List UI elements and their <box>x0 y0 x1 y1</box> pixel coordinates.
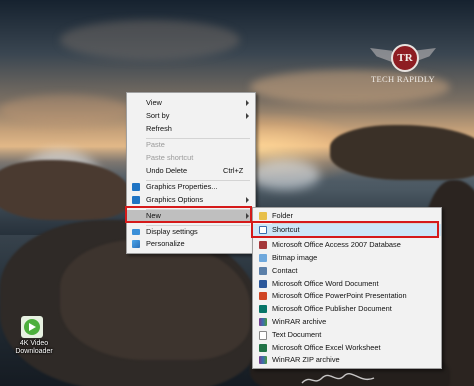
submenu-item-label: Contact <box>272 266 298 275</box>
menu-item-display-settings[interactable]: Display settings <box>127 226 255 238</box>
new-item-publisher[interactable]: Microsoft Office Publisher Document <box>253 303 441 315</box>
menu-item-label: Paste shortcut <box>146 153 194 162</box>
menu-item-personalize[interactable]: Personalize <box>127 238 255 250</box>
new-item-access-db[interactable]: Microsoft Office Access 2007 Database <box>253 239 441 251</box>
bitmap-icon <box>259 254 267 262</box>
submenu-item-label: WinRAR archive <box>272 317 327 326</box>
menu-item-label: Sort by <box>146 111 170 120</box>
new-item-bitmap[interactable]: Bitmap image <box>253 252 441 264</box>
wallpaper-rock <box>330 125 474 180</box>
wallpaper-cloud <box>60 20 240 60</box>
new-item-highlight-box <box>125 206 252 223</box>
menu-item-graphics-properties[interactable]: Graphics Properties... <box>127 181 255 193</box>
excel-icon <box>259 344 267 352</box>
folder-icon <box>259 212 267 220</box>
new-item-contact[interactable]: Contact <box>253 265 441 277</box>
desktop-context-menu: View Sort by Refresh Paste Paste shortcu… <box>126 92 256 254</box>
personalize-icon <box>132 240 140 248</box>
submenu-item-label: Bitmap image <box>272 253 318 262</box>
menu-item-label: Paste <box>146 140 165 149</box>
submenu-item-label: Text Document <box>272 330 322 339</box>
desktop-icon-label-line1: 4K Video <box>19 340 49 347</box>
chevron-right-icon <box>246 100 249 106</box>
chevron-right-icon <box>246 197 249 203</box>
new-item-excel[interactable]: Microsoft Office Excel Worksheet <box>253 342 441 354</box>
menu-item-paste[interactable]: Paste <box>127 139 255 151</box>
chevron-right-icon <box>246 113 249 119</box>
intel-graphics-icon <box>132 183 140 191</box>
shortcut-text: Ctrl+Z <box>223 166 244 175</box>
word-icon <box>259 280 267 288</box>
desktop-icon-label: 4K Video Downloader <box>12 340 56 356</box>
4k-video-downloader-icon <box>21 316 43 338</box>
contact-icon <box>259 267 267 275</box>
menu-item-sort-by[interactable]: Sort by <box>127 110 255 122</box>
wallpaper-wave-splash <box>250 160 320 190</box>
new-item-winrar-zip[interactable]: WinRAR ZIP archive <box>253 354 441 366</box>
menu-item-graphics-options[interactable]: Graphics Options <box>127 194 255 206</box>
submenu-item-label: Microsoft Office Word Document <box>272 279 379 288</box>
new-item-word-doc[interactable]: Microsoft Office Word Document <box>253 278 441 290</box>
watermark-initials: TR <box>391 44 419 72</box>
menu-item-view[interactable]: View <box>127 97 255 109</box>
wing-graphic <box>370 48 392 62</box>
menu-item-label: Graphics Properties... <box>146 182 218 191</box>
menu-item-refresh[interactable]: Refresh <box>127 123 255 135</box>
publisher-icon <box>259 305 267 313</box>
tech-rapidly-watermark: TR TECH RAPIDLY <box>368 38 438 88</box>
menu-item-paste-shortcut[interactable]: Paste shortcut <box>127 152 255 164</box>
submenu-item-label: WinRAR ZIP archive <box>272 355 340 364</box>
new-item-powerpoint[interactable]: Microsoft Office PowerPoint Presentation <box>253 290 441 302</box>
intel-graphics-icon <box>132 196 140 204</box>
submenu-item-label: Microsoft Office Access 2007 Database <box>272 240 401 249</box>
wallpaper-cloud <box>0 95 130 125</box>
access-icon <box>259 241 267 249</box>
winrar-zip-icon <box>259 356 267 364</box>
new-item-text-doc[interactable]: Text Document <box>253 329 441 341</box>
menu-item-undo-delete[interactable]: Undo Delete Ctrl+Z <box>127 165 255 177</box>
signature-graphic <box>301 373 375 384</box>
text-document-icon <box>259 331 267 340</box>
menu-item-label: Undo Delete <box>146 166 188 175</box>
menu-item-label: Personalize <box>146 239 185 248</box>
submenu-item-label: Microsoft Office PowerPoint Presentation <box>272 291 407 300</box>
display-icon <box>132 229 140 235</box>
winrar-icon <box>259 318 267 326</box>
submenu-item-label: Microsoft Office Excel Worksheet <box>272 343 381 352</box>
desktop-icon-label-line2: Downloader <box>15 348 53 355</box>
new-item-winrar[interactable]: WinRAR archive <box>253 316 441 328</box>
menu-item-label: Refresh <box>146 124 172 133</box>
menu-item-label: View <box>146 98 162 107</box>
watermark-text: TECH RAPIDLY <box>371 74 435 84</box>
submenu-item-label: Microsoft Office Publisher Document <box>272 304 392 313</box>
menu-item-label: Display settings <box>146 227 198 236</box>
shortcut-item-highlight-box <box>251 221 439 238</box>
powerpoint-icon <box>259 292 267 300</box>
menu-item-label: Graphics Options <box>146 195 204 204</box>
